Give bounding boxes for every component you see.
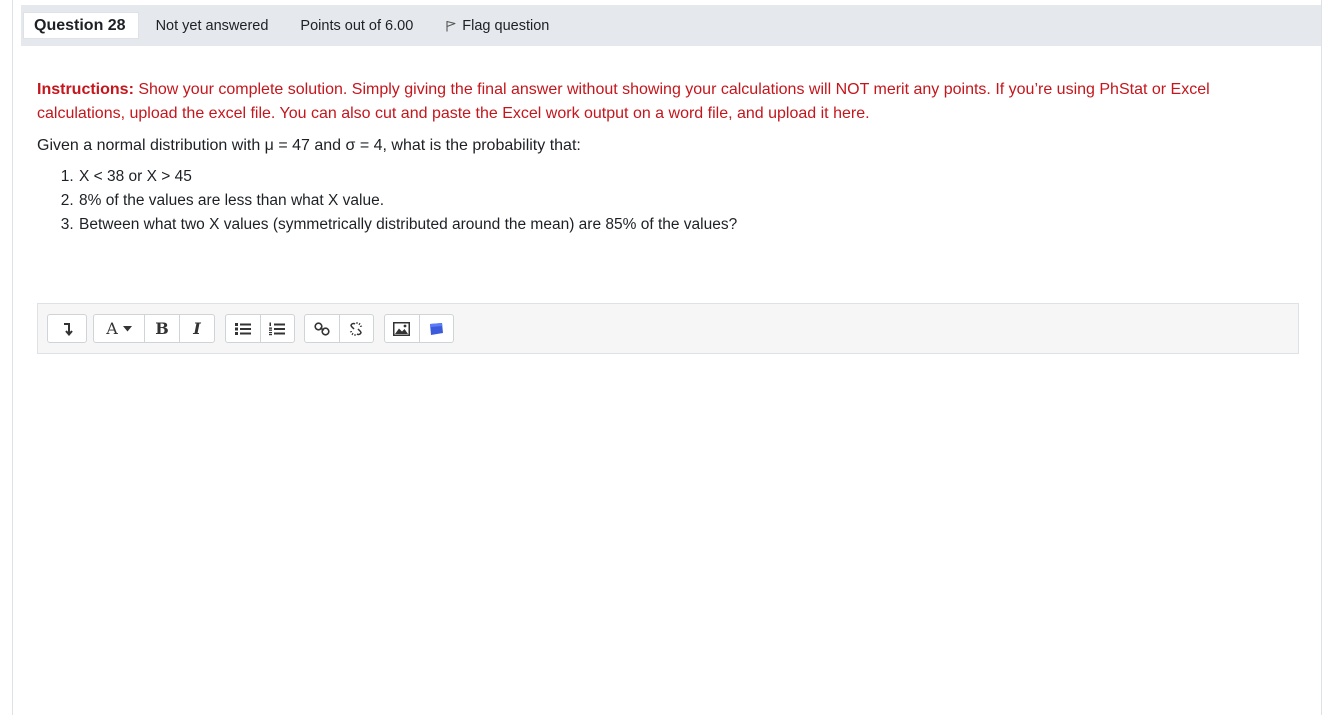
question-info-bar: Question 28 Not yet answered Points out … [21,5,1321,46]
flag-question-label: Flag question [462,17,550,34]
question-number: Question 28 [23,12,139,39]
unordered-list-button[interactable] [226,315,260,342]
link-button[interactable] [305,315,339,342]
page: Question 28 Not yet answered Points out … [0,0,1330,715]
instructions-paragraph: Instructions: Show your complete solutio… [37,78,1287,126]
unlink-icon [348,321,364,337]
instructions-label: Instructions: [37,81,134,98]
font-color-button[interactable]: A [94,315,144,342]
font-color-icon: A [106,319,118,338]
ordered-list-icon [269,322,286,336]
list-item: X < 38 or X > 45 [78,165,1287,189]
editor-toolbar: A B I [37,303,1299,354]
toolbar-group-lists [225,314,295,343]
question-panel: Question 28 Not yet answered Points out … [12,0,1322,715]
chevron-down-icon [122,325,132,332]
toolbar-group-media [384,314,454,343]
collapse-icon [61,322,73,336]
list-item: 8% of the values are less than what X va… [78,189,1287,213]
flag-icon [445,20,457,32]
ordered-list-button[interactable] [260,315,294,342]
media-icon [428,322,444,336]
image-button[interactable] [385,315,419,342]
unlink-button[interactable] [339,315,373,342]
instructions-text: Show your complete solution. Simply givi… [37,81,1210,122]
flag-question-link[interactable]: Flag question [445,18,549,34]
question-state: Not yet answered [155,17,269,34]
sub-question-list: X < 38 or X > 45 8% of the values are le… [37,165,1287,237]
media-button[interactable] [419,315,453,342]
toolbar-group-links [304,314,374,343]
toolbar-group-style: A B I [93,314,215,343]
toolbar-group-collapse [47,314,87,343]
unordered-list-icon [234,322,251,336]
link-icon [314,321,330,336]
italic-button[interactable]: I [180,315,214,342]
italic-icon: I [193,319,201,338]
list-item: Between what two X values (symmetrically… [78,213,1287,237]
question-text: Instructions: Show your complete solutio… [37,78,1287,237]
given-statement: Given a normal distribution with μ = 47 … [37,137,581,154]
question-grade: Points out of 6.00 [300,17,414,34]
bold-icon: B [155,319,169,338]
bold-button[interactable]: B [145,315,179,342]
collapse-button[interactable] [48,315,86,342]
image-icon [393,321,411,336]
